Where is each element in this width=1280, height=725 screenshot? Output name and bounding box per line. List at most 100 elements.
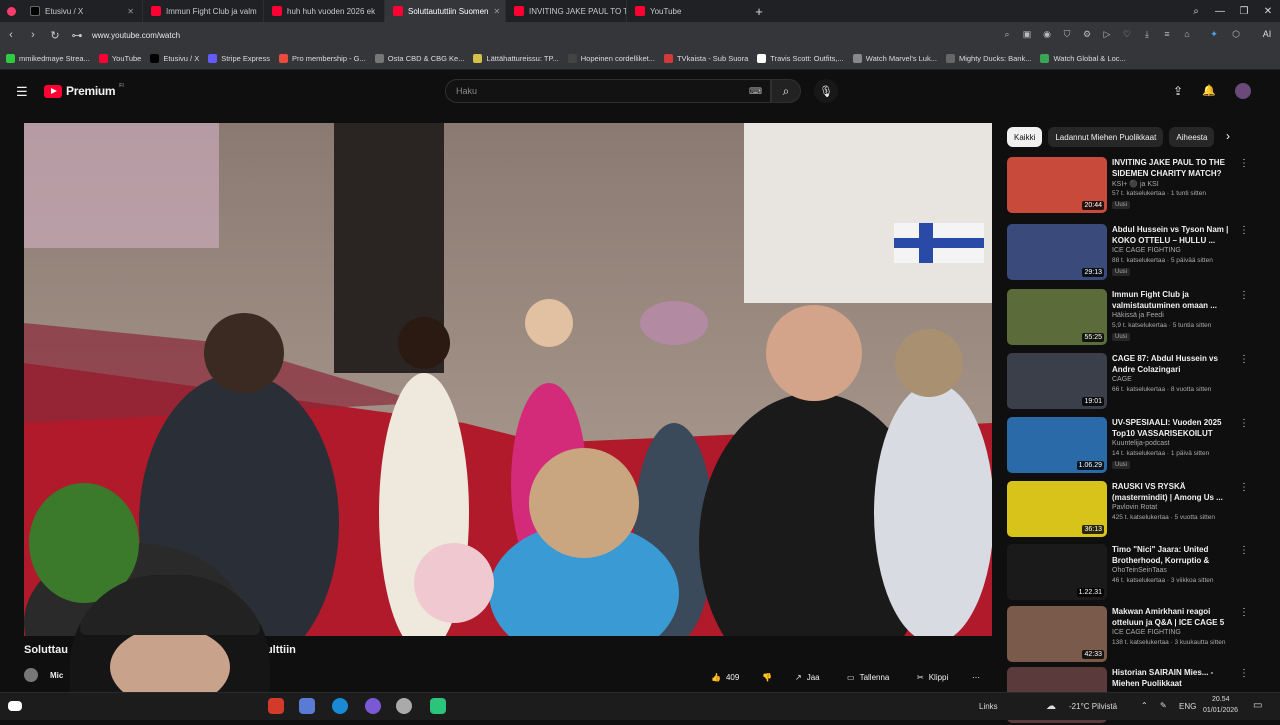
language-indicator[interactable]: ENG [1179, 702, 1196, 711]
more-vertical-icon[interactable]: ⋮ [1239, 290, 1249, 301]
chat-icon[interactable] [430, 698, 446, 714]
recommendation-title[interactable]: INVITING JAKE PAUL TO THE SIDEMEN CHARIT… [1112, 157, 1230, 179]
browser-tab[interactable]: huh huh vuoden 2026 ek [264, 0, 385, 22]
clock-time[interactable]: 20.54 [1212, 696, 1230, 703]
camera-icon[interactable]: ◉ [1041, 28, 1053, 40]
recommendation-item[interactable]: 36:13 RAUSKI VS RYSKÄ (mastermindit) | Am… [1007, 481, 1262, 539]
search-tabs-icon[interactable]: ⌕ [1184, 0, 1208, 22]
video-thumbnail[interactable]: 29:13 [1007, 224, 1107, 280]
bookmark-item[interactable]: Stripe Express [208, 54, 270, 63]
lock-icon[interactable]: ⌂ [1181, 28, 1193, 40]
upload-icon[interactable]: ⇪ [1173, 84, 1183, 98]
close-window-icon[interactable]: ✕ [1256, 0, 1280, 22]
more-vertical-icon[interactable]: ⋮ [1239, 482, 1249, 493]
video-thumbnail[interactable]: 1.06.29 [1007, 417, 1107, 473]
links-toolbar[interactable]: Links [979, 702, 998, 711]
back-icon[interactable]: ‹ [0, 29, 22, 41]
discord-icon[interactable] [365, 698, 381, 714]
channel-name[interactable]: Mic [50, 671, 63, 680]
browser-tab[interactable]: INVITING JAKE PAUL TO T [506, 0, 627, 22]
video-thumbnail[interactable]: 19:01 [1007, 353, 1107, 409]
recommendation-title[interactable]: Abdul Hussein vs Tyson Nam | KOKO OTTELU… [1112, 224, 1230, 246]
recommendation-channel[interactable]: Kuuntelija-podcast [1112, 440, 1170, 447]
more-vertical-icon[interactable]: ⋮ [1239, 668, 1249, 679]
recommendation-title[interactable]: Makwan Amirkhani reagoi otteluun ja Q&A … [1112, 606, 1230, 628]
share-button[interactable]: ↗ Jaa [789, 666, 826, 688]
recommendation-item[interactable]: 20:44 INVITING JAKE PAUL TO THE SIDEMEN C… [1007, 157, 1262, 215]
more-vertical-icon[interactable]: ⋮ [1239, 158, 1249, 169]
search-button[interactable]: ⌕ [771, 79, 801, 103]
ai-icon[interactable]: AI [1256, 28, 1278, 40]
notification-icon[interactable]: ▭ [1253, 700, 1262, 711]
bookmark-item[interactable]: Osta CBD & CBG Ke... [374, 54, 464, 63]
bookmark-item[interactable]: Mighty Ducks: Bank... [945, 54, 1031, 63]
bookmark-item[interactable]: Hopeinen cordelliket... [567, 54, 655, 63]
recommendation-title[interactable]: Historian SAIRAIN Mies... - Miehen Puoli… [1112, 667, 1230, 689]
browser-tab[interactable]: Immun Fight Club ja valm [143, 0, 264, 22]
extension-icon[interactable]: ⚙ [1081, 28, 1093, 40]
save-button[interactable]: ▭ Tallenna [841, 666, 896, 688]
chip-related[interactable]: Aiheesta [1169, 127, 1215, 147]
video-thumbnail[interactable]: 42:33 [1007, 606, 1107, 662]
search-icon[interactable]: ⌕ [1001, 28, 1013, 40]
bookmark-item[interactable]: YouTube [98, 54, 141, 63]
bookmark-item[interactable]: mmikedmaye Strea... [6, 54, 90, 63]
bookmark-item[interactable]: Lättähattureissu: TP... [473, 54, 559, 63]
new-tab-button[interactable]: + [748, 4, 770, 19]
clock-date[interactable]: 01/01/2026 [1203, 707, 1238, 714]
more-vertical-icon[interactable]: ⋮ [1239, 418, 1249, 429]
bookmark-item[interactable]: Watch Global & Loc... [1040, 54, 1126, 63]
extension-puzzle-icon[interactable]: ✦ [1208, 28, 1220, 40]
chevron-right-icon[interactable]: › [1226, 129, 1230, 143]
like-button[interactable]: 👍 409 [705, 666, 746, 688]
forward-icon[interactable]: › [22, 29, 44, 41]
pen-icon[interactable]: ✎ [1160, 701, 1167, 710]
browser-tab-active[interactable]: Soluttaututtiin Suomen ✕ [385, 0, 506, 22]
edge-icon[interactable] [332, 698, 348, 714]
download-icon[interactable]: ⤓ [1141, 28, 1153, 40]
maximize-icon[interactable]: ❐ [1232, 0, 1256, 22]
browser-menu-icon[interactable] [0, 6, 22, 16]
avatar[interactable] [1235, 83, 1251, 99]
recommendation-item[interactable]: 55:25 Immun Fight Club ja valmistautumine… [1007, 289, 1262, 347]
recommendation-item[interactable]: 42:33 Makwan Amirkhani reagoi otteluun ja… [1007, 606, 1262, 664]
more-vertical-icon[interactable]: ⋮ [1239, 545, 1249, 556]
recommendation-channel[interactable]: CAGE [1112, 376, 1132, 383]
recommendation-item[interactable]: 1.06.29 UV-SPESIAALI: Vuoden 2025 Top10 V… [1007, 417, 1262, 475]
dislike-button[interactable]: 👎 [756, 666, 778, 688]
hamburger-menu-icon[interactable]: ☰ [16, 84, 28, 100]
video-thumbnail[interactable]: 1.22.31 [1007, 544, 1107, 600]
minimize-icon[interactable]: — [1208, 0, 1232, 22]
browser-tab[interactable]: Etusivu / X ✕ [22, 0, 143, 22]
recommendation-item[interactable]: 29:13 Abdul Hussein vs Tyson Nam | KOKO O… [1007, 224, 1262, 282]
recommendation-title[interactable]: CAGE 87: Abdul Hussein vs Andre Colazing… [1112, 353, 1230, 375]
menu-lines-icon[interactable]: ≡ [1161, 28, 1173, 40]
keyboard-icon[interactable]: ⌨ [749, 86, 762, 97]
screenshot-icon[interactable]: ▣ [1021, 28, 1033, 40]
recommendation-title[interactable]: Timo "Nici" Jaara: United Brotherhood, K… [1112, 544, 1230, 566]
youtube-logo[interactable]: Premium FI [44, 83, 124, 98]
recommendation-title[interactable]: UV-SPESIAALI: Vuoden 2025 Top10 VASSARIS… [1112, 417, 1230, 439]
bookmark-item[interactable]: Pro membership - G... [278, 54, 366, 63]
recommendation-channel[interactable]: Häkissä ja Feedi [1112, 312, 1164, 319]
bookmark-item[interactable]: Travis Scott: Outfits,... [757, 54, 844, 63]
bookmark-item[interactable]: Watch Marvel's Luk... [852, 54, 937, 63]
site-info-icon[interactable]: ⊶ [66, 29, 88, 42]
heart-icon[interactable]: ♡ [1121, 28, 1133, 40]
chip-channel[interactable]: Ladannut Miehen Puolikkaat [1048, 127, 1164, 147]
more-vertical-icon[interactable]: ⋮ [1239, 607, 1249, 618]
chevron-up-icon[interactable]: ⌃ [1141, 701, 1148, 710]
browser-tab[interactable]: YouTube [627, 0, 748, 22]
clip-button[interactable]: ✂ Klippi [911, 666, 955, 688]
recommendation-channel[interactable]: ICE CAGE FIGHTING [1112, 247, 1181, 254]
recommendation-channel[interactable]: ICE CAGE FIGHTING [1112, 629, 1181, 636]
more-actions-button[interactable]: ⋯ [968, 666, 984, 688]
search-input[interactable]: Haku ⌨ [445, 79, 771, 103]
recommendation-item[interactable]: 19:01 CAGE 87: Abdul Hussein vs Andre Col… [1007, 353, 1262, 411]
recommendation-channel[interactable]: Pavlovin Rotat [1112, 504, 1157, 511]
play-icon[interactable]: ▷ [1101, 28, 1113, 40]
video-thumbnail[interactable]: 20:44 [1007, 157, 1107, 213]
cube-icon[interactable]: ⬡ [1230, 28, 1242, 40]
close-icon[interactable]: ✕ [127, 7, 134, 16]
app-icon[interactable] [268, 698, 284, 714]
